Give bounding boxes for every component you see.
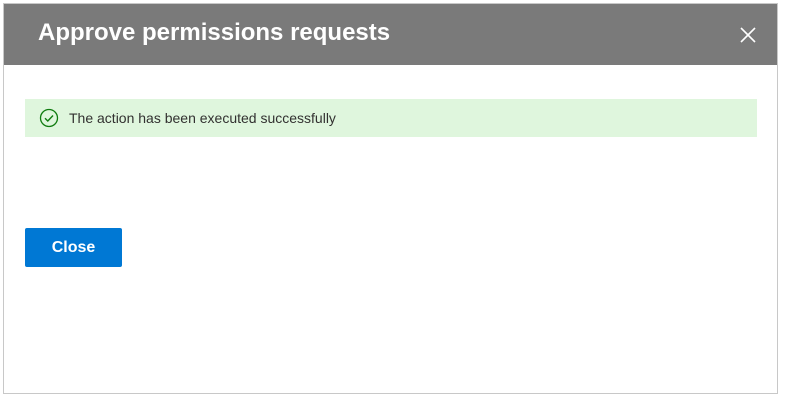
- success-message-bar: The action has been executed successfull…: [25, 99, 757, 137]
- success-checkmark-icon: [39, 108, 59, 128]
- close-button[interactable]: Close: [25, 228, 122, 267]
- dialog-title: Approve permissions requests: [38, 19, 391, 46]
- dialog-header: Approve permissions requests: [4, 4, 777, 65]
- close-icon[interactable]: [737, 24, 759, 46]
- success-message-text: The action has been executed successfull…: [69, 110, 336, 126]
- approve-permissions-dialog: Approve permissions requests The action …: [3, 3, 778, 394]
